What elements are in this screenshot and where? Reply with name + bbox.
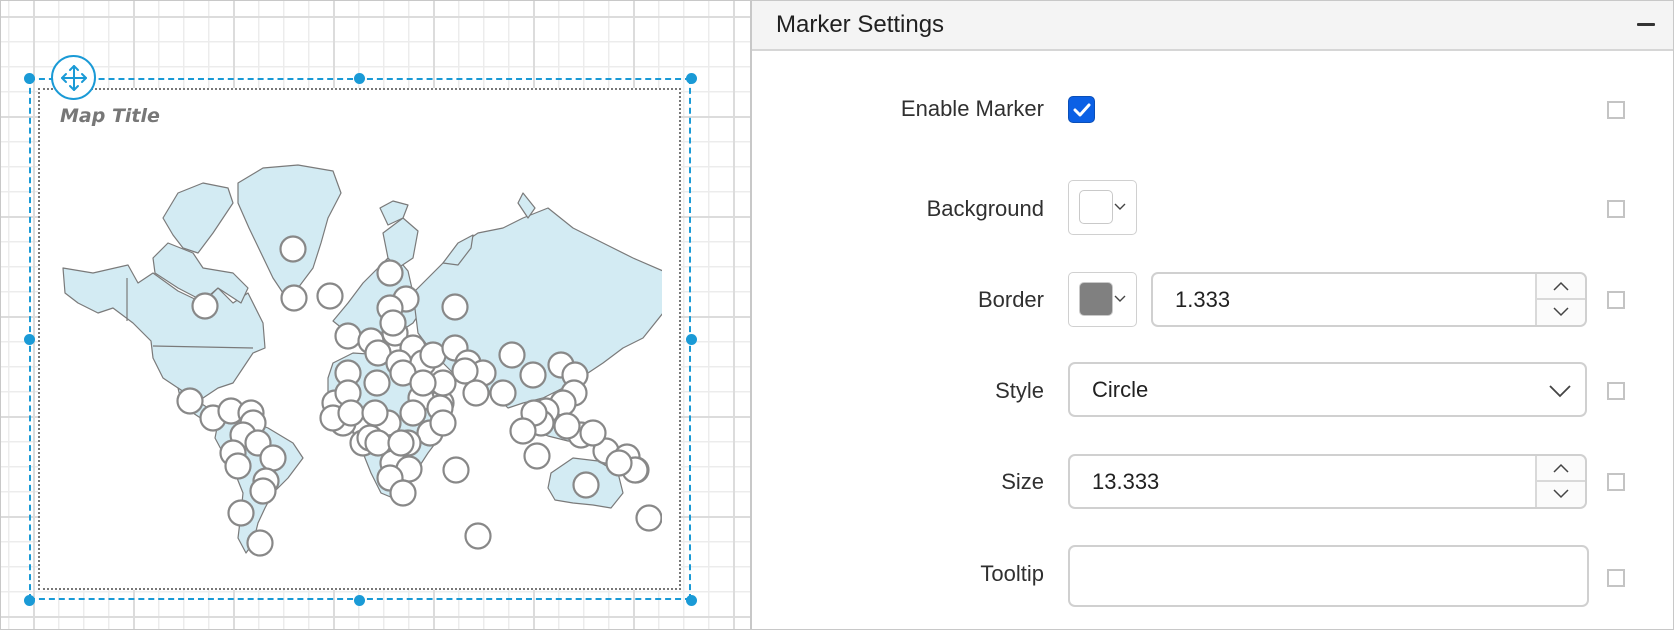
- map-marker[interactable]: [553, 412, 581, 440]
- land-ellesmere: [162, 182, 234, 254]
- border-color-swatch: [1079, 282, 1113, 316]
- chevron-down-icon: [1553, 489, 1569, 499]
- map-marker[interactable]: [246, 529, 274, 557]
- map-marker[interactable]: [224, 452, 252, 480]
- world-map: [62, 164, 662, 557]
- map-marker[interactable]: [376, 259, 404, 287]
- map-marker[interactable]: [399, 399, 427, 427]
- map-marker[interactable]: [441, 293, 469, 321]
- increment-button[interactable]: [1537, 456, 1585, 482]
- chevron-up-icon: [1553, 281, 1569, 291]
- map-marker[interactable]: [572, 471, 600, 499]
- resize-handle-left[interactable]: [24, 334, 35, 345]
- border-width-input[interactable]: 1.333: [1151, 272, 1587, 327]
- map-marker[interactable]: [249, 477, 277, 505]
- tooltip-input[interactable]: [1068, 545, 1589, 607]
- chevron-down-icon: [1114, 203, 1126, 210]
- size-expression-checkbox[interactable]: [1607, 473, 1625, 491]
- map-marker[interactable]: [429, 409, 457, 437]
- panel-header[interactable]: Marker Settings: [752, 1, 1673, 51]
- check-icon: [1073, 103, 1090, 116]
- background-color-swatch: [1079, 190, 1113, 224]
- resize-handle-bottom[interactable]: [354, 595, 365, 606]
- border-width-value: 1.333: [1175, 287, 1231, 312]
- map-marker[interactable]: [635, 504, 662, 532]
- marker-settings-panel: Marker Settings Enable Marker Background…: [751, 0, 1674, 630]
- map-marker[interactable]: [280, 284, 308, 312]
- increment-button[interactable]: [1537, 274, 1585, 300]
- background-expression-checkbox[interactable]: [1607, 200, 1625, 218]
- map-marker[interactable]: [191, 292, 219, 320]
- map-marker[interactable]: [334, 322, 362, 350]
- chevron-down-icon: [1553, 307, 1569, 317]
- enable-marker-checkbox[interactable]: [1068, 96, 1095, 123]
- move-arrows-icon: [60, 64, 87, 91]
- map-marker[interactable]: [519, 361, 547, 389]
- map-title[interactable]: Map Title: [60, 105, 160, 127]
- size-value: 13.333: [1092, 469, 1160, 494]
- chevron-down-icon: [1114, 295, 1126, 302]
- map-marker[interactable]: [316, 282, 344, 310]
- map-report-item[interactable]: [38, 88, 681, 590]
- map-marker[interactable]: [409, 369, 437, 397]
- resize-handle-bottom-right[interactable]: [686, 595, 697, 606]
- decrement-button[interactable]: [1537, 482, 1585, 508]
- map-marker[interactable]: [363, 369, 391, 397]
- background-label: Background: [926, 196, 1044, 221]
- border-expression-checkbox[interactable]: [1607, 291, 1625, 309]
- map-marker[interactable]: [442, 456, 470, 484]
- size-spinner: [1535, 456, 1585, 507]
- enable-marker-expression-checkbox[interactable]: [1607, 101, 1625, 119]
- resize-handle-top-left[interactable]: [24, 73, 35, 84]
- border-label: Border: [977, 287, 1044, 312]
- map-marker[interactable]: [361, 399, 389, 427]
- tooltip-label: Tooltip: [980, 561, 1044, 586]
- map-marker[interactable]: [227, 499, 255, 527]
- border-color-picker[interactable]: [1068, 272, 1137, 327]
- map-marker[interactable]: [176, 387, 204, 415]
- map-marker[interactable]: [579, 419, 607, 447]
- minus-icon[interactable]: [1637, 23, 1655, 26]
- map-marker[interactable]: [462, 379, 490, 407]
- map-marker[interactable]: [509, 417, 537, 445]
- resize-handle-right[interactable]: [686, 334, 697, 345]
- map-marker[interactable]: [387, 429, 415, 457]
- move-handle[interactable]: [51, 55, 96, 100]
- map-marker[interactable]: [464, 522, 492, 550]
- style-expression-checkbox[interactable]: [1607, 382, 1625, 400]
- resize-handle-bottom-left[interactable]: [24, 595, 35, 606]
- map-marker[interactable]: [379, 309, 407, 337]
- enable-marker-label: Enable Marker: [900, 96, 1044, 121]
- map-marker[interactable]: [337, 399, 365, 427]
- style-dropdown[interactable]: Circle: [1068, 362, 1587, 417]
- decrement-button[interactable]: [1537, 300, 1585, 326]
- map-marker[interactable]: [364, 429, 392, 457]
- chevron-down-icon: [1549, 385, 1571, 398]
- resize-handle-top-right[interactable]: [686, 73, 697, 84]
- background-color-picker[interactable]: [1068, 180, 1137, 235]
- map-marker[interactable]: [523, 442, 551, 470]
- size-input[interactable]: 13.333: [1068, 454, 1587, 509]
- map-marker[interactable]: [489, 379, 517, 407]
- design-canvas[interactable]: Map Title: [0, 0, 751, 630]
- map-marker[interactable]: [259, 444, 287, 472]
- size-label: Size: [1001, 469, 1044, 494]
- tooltip-expression-checkbox[interactable]: [1607, 569, 1625, 587]
- border-width-spinner: [1535, 274, 1585, 325]
- style-label: Style: [995, 378, 1044, 403]
- map-marker[interactable]: [498, 341, 526, 369]
- chevron-up-icon: [1553, 463, 1569, 473]
- resize-handle-top[interactable]: [354, 73, 365, 84]
- panel-title: Marker Settings: [776, 11, 945, 38]
- map-marker[interactable]: [279, 235, 307, 263]
- map-marker[interactable]: [605, 449, 633, 477]
- land-greenland: [237, 164, 342, 294]
- map-marker[interactable]: [389, 479, 417, 507]
- style-value: Circle: [1092, 377, 1149, 402]
